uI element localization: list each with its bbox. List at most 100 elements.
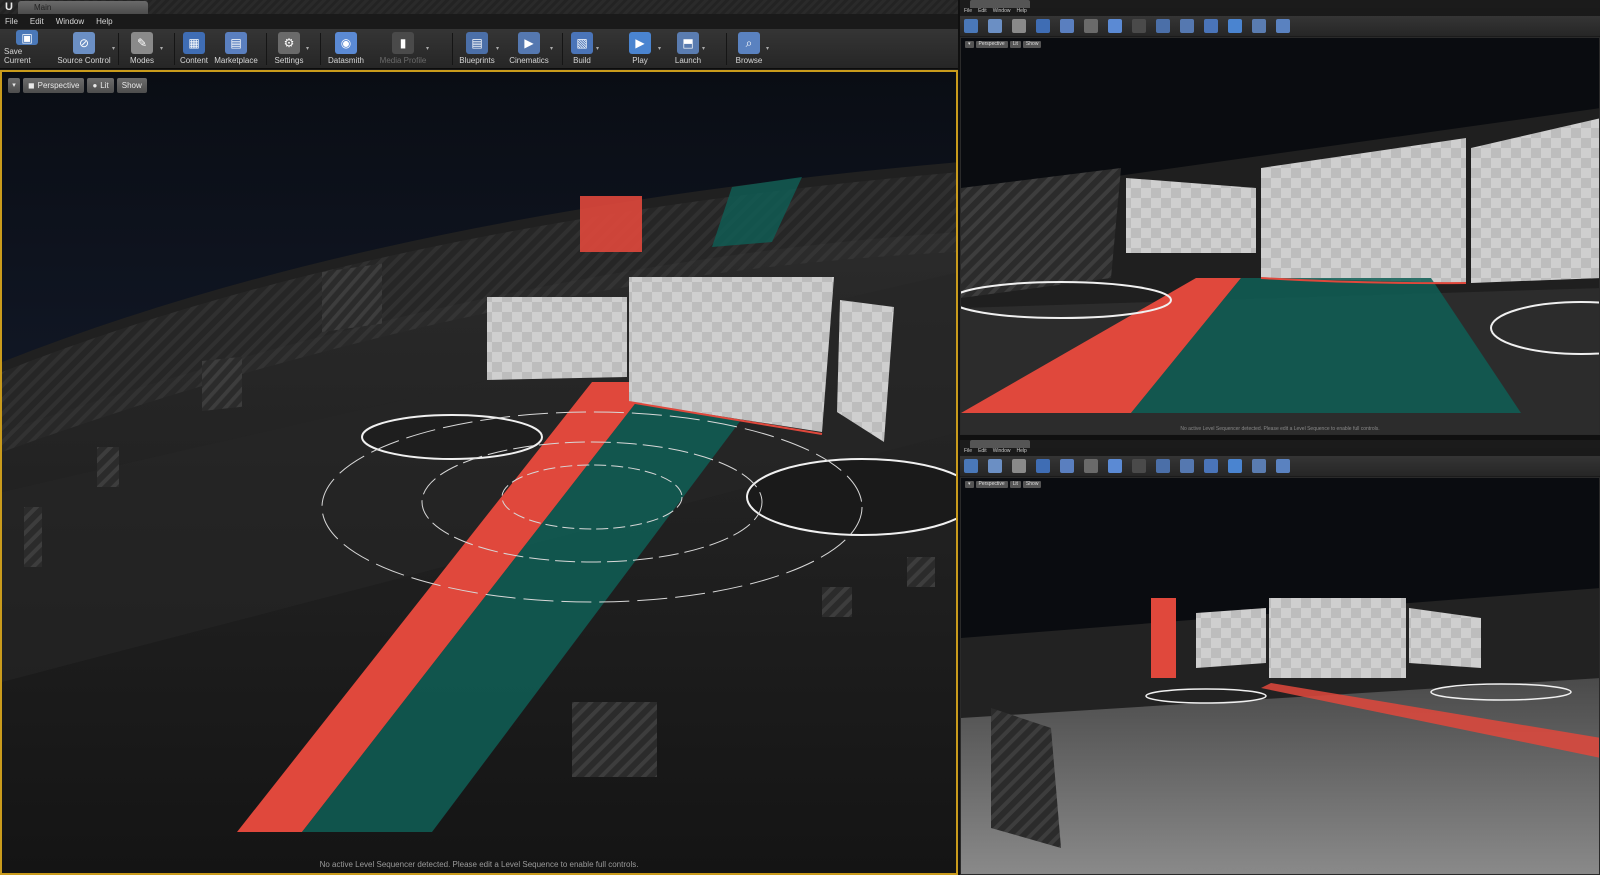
perspective-button[interactable]: ◼ Perspective: [23, 78, 85, 93]
launch-button[interactable]: ⬒ Launch: [672, 30, 704, 67]
browse-icon[interactable]: [1276, 459, 1290, 473]
save-icon[interactable]: [964, 19, 978, 33]
viewport-toolbar: ▾ ◼ Perspective ● Lit Show: [8, 78, 147, 93]
cinematics-button[interactable]: ▶ Cinematics: [506, 30, 552, 67]
chevron-down-icon[interactable]: ▾: [160, 45, 163, 52]
marketplace-icon[interactable]: [1060, 19, 1074, 33]
chevron-down-icon[interactable]: ▾: [306, 45, 309, 52]
modes-icon: ✎: [131, 32, 153, 54]
datasmith-icon[interactable]: [1108, 19, 1122, 33]
mini-menu-help[interactable]: Help: [1016, 8, 1026, 16]
mini-menu-edit[interactable]: Edit: [978, 448, 987, 456]
mini-menu-bar: File Edit Window Help: [960, 448, 1600, 456]
toolbar-label: Datasmith: [327, 56, 364, 65]
menu-window[interactable]: Window: [56, 17, 84, 26]
toolbar-label: Media Profile: [379, 56, 427, 65]
datasmith-button[interactable]: ◉ Datasmith: [324, 30, 368, 67]
scene-render: [2, 72, 956, 873]
toolbar-separator: [562, 33, 563, 65]
chevron-down-icon[interactable]: ▾: [496, 45, 499, 52]
cinematics-icon[interactable]: [1180, 459, 1194, 473]
source-control-icon[interactable]: [988, 459, 1002, 473]
mini-menu-edit[interactable]: Edit: [978, 8, 987, 16]
browse-icon: ⌕: [738, 32, 760, 54]
mini-viewport-toolbar: ▾ Perspective Lit Show: [965, 481, 1042, 488]
main-viewport[interactable]: ▾ ◼ Perspective ● Lit Show No active Level…: [0, 70, 958, 875]
settings-icon[interactable]: [1084, 459, 1098, 473]
viewport-options-button[interactable]: ▾: [8, 78, 20, 93]
chevron-down-icon[interactable]: ▾: [596, 45, 599, 52]
media-profile-icon: ▮: [392, 32, 414, 54]
toolbar-label: Marketplace: [214, 56, 258, 65]
mini-tab[interactable]: [970, 440, 1030, 448]
chevron-down-icon[interactable]: ▾: [550, 45, 553, 52]
play-icon[interactable]: [1228, 19, 1242, 33]
save-icon: ▣: [16, 30, 38, 45]
mini-menu-file[interactable]: File: [964, 448, 972, 456]
mini-menu-window[interactable]: Window: [993, 448, 1011, 456]
toolbar-separator: [320, 33, 321, 65]
secondary-viewport-bottom[interactable]: ▾ Perspective Lit Show No active Level S…: [960, 477, 1600, 875]
modes-icon[interactable]: [1012, 19, 1026, 33]
menu-help[interactable]: Help: [96, 17, 112, 26]
mini-lit-button[interactable]: Lit: [1009, 41, 1021, 48]
mini-lit-button[interactable]: Lit: [1009, 481, 1021, 488]
content-button[interactable]: ▦ Content: [178, 30, 210, 67]
modes-button[interactable]: ✎ Modes: [122, 30, 162, 67]
toolbar-label: Settings: [274, 56, 304, 65]
build-icon[interactable]: [1204, 459, 1218, 473]
cinematics-icon[interactable]: [1180, 19, 1194, 33]
main-editor-window: U Main File Edit Window Help ▣ Save Curre…: [0, 0, 958, 875]
mini-options-button[interactable]: ▾: [965, 481, 974, 488]
chevron-down-icon[interactable]: ▾: [702, 45, 705, 52]
level-tab[interactable]: Main: [18, 1, 148, 14]
mini-show-button[interactable]: Show: [1022, 41, 1042, 48]
marketplace-button[interactable]: ▤ Marketplace: [214, 30, 258, 67]
chevron-down-icon[interactable]: ▾: [766, 45, 769, 52]
source-control-button[interactable]: ⊘ Source Control: [54, 30, 114, 67]
content-icon[interactable]: [1036, 19, 1050, 33]
modes-icon[interactable]: [1012, 459, 1026, 473]
browse-button[interactable]: ⌕ Browse: [730, 30, 768, 67]
show-button[interactable]: Show: [116, 78, 147, 93]
chevron-down-icon[interactable]: ▾: [658, 45, 661, 52]
blueprints-button[interactable]: ▤ Blueprints: [456, 30, 498, 67]
mini-menu-help[interactable]: Help: [1016, 448, 1026, 456]
settings-icon[interactable]: [1084, 19, 1098, 33]
mini-show-button[interactable]: Show: [1022, 481, 1042, 488]
datasmith-icon[interactable]: [1108, 459, 1122, 473]
settings-button[interactable]: ⚙ Settings: [270, 30, 308, 67]
mini-toolbar: [960, 16, 1600, 36]
launch-icon[interactable]: [1252, 19, 1266, 33]
menu-edit[interactable]: Edit: [30, 17, 44, 26]
lit-button[interactable]: ● Lit: [87, 78, 114, 93]
mini-menu-file[interactable]: File: [964, 8, 972, 16]
browse-icon[interactable]: [1276, 19, 1290, 33]
save-icon[interactable]: [964, 459, 978, 473]
source-control-icon[interactable]: [988, 19, 1002, 33]
media-profile-icon[interactable]: [1132, 459, 1146, 473]
menu-file[interactable]: File: [5, 17, 18, 26]
save-current-button[interactable]: ▣ Save Current: [4, 30, 50, 67]
scene-render-bottom: [961, 478, 1599, 874]
media-profile-button[interactable]: ▮ Media Profile: [378, 30, 428, 67]
play-button[interactable]: ▶ Play: [620, 30, 660, 67]
mini-tab[interactable]: [970, 0, 1030, 8]
mini-options-button[interactable]: ▾: [965, 41, 974, 48]
launch-icon[interactable]: [1252, 459, 1266, 473]
lit-label: Lit: [100, 81, 109, 90]
build-button[interactable]: ▧ Build: [566, 30, 598, 67]
content-icon[interactable]: [1036, 459, 1050, 473]
media-profile-icon[interactable]: [1132, 19, 1146, 33]
chevron-down-icon[interactable]: ▾: [426, 45, 429, 52]
marketplace-icon[interactable]: [1060, 459, 1074, 473]
secondary-viewport-top[interactable]: ▾ Perspective Lit Show No active Level S…: [960, 37, 1600, 435]
play-icon[interactable]: [1228, 459, 1242, 473]
blueprints-icon[interactable]: [1156, 19, 1170, 33]
blueprints-icon[interactable]: [1156, 459, 1170, 473]
build-icon[interactable]: [1204, 19, 1218, 33]
mini-perspective-button[interactable]: Perspective: [975, 481, 1008, 488]
mini-perspective-button[interactable]: Perspective: [975, 41, 1008, 48]
mini-menu-window[interactable]: Window: [993, 8, 1011, 16]
chevron-down-icon[interactable]: ▾: [112, 45, 115, 52]
